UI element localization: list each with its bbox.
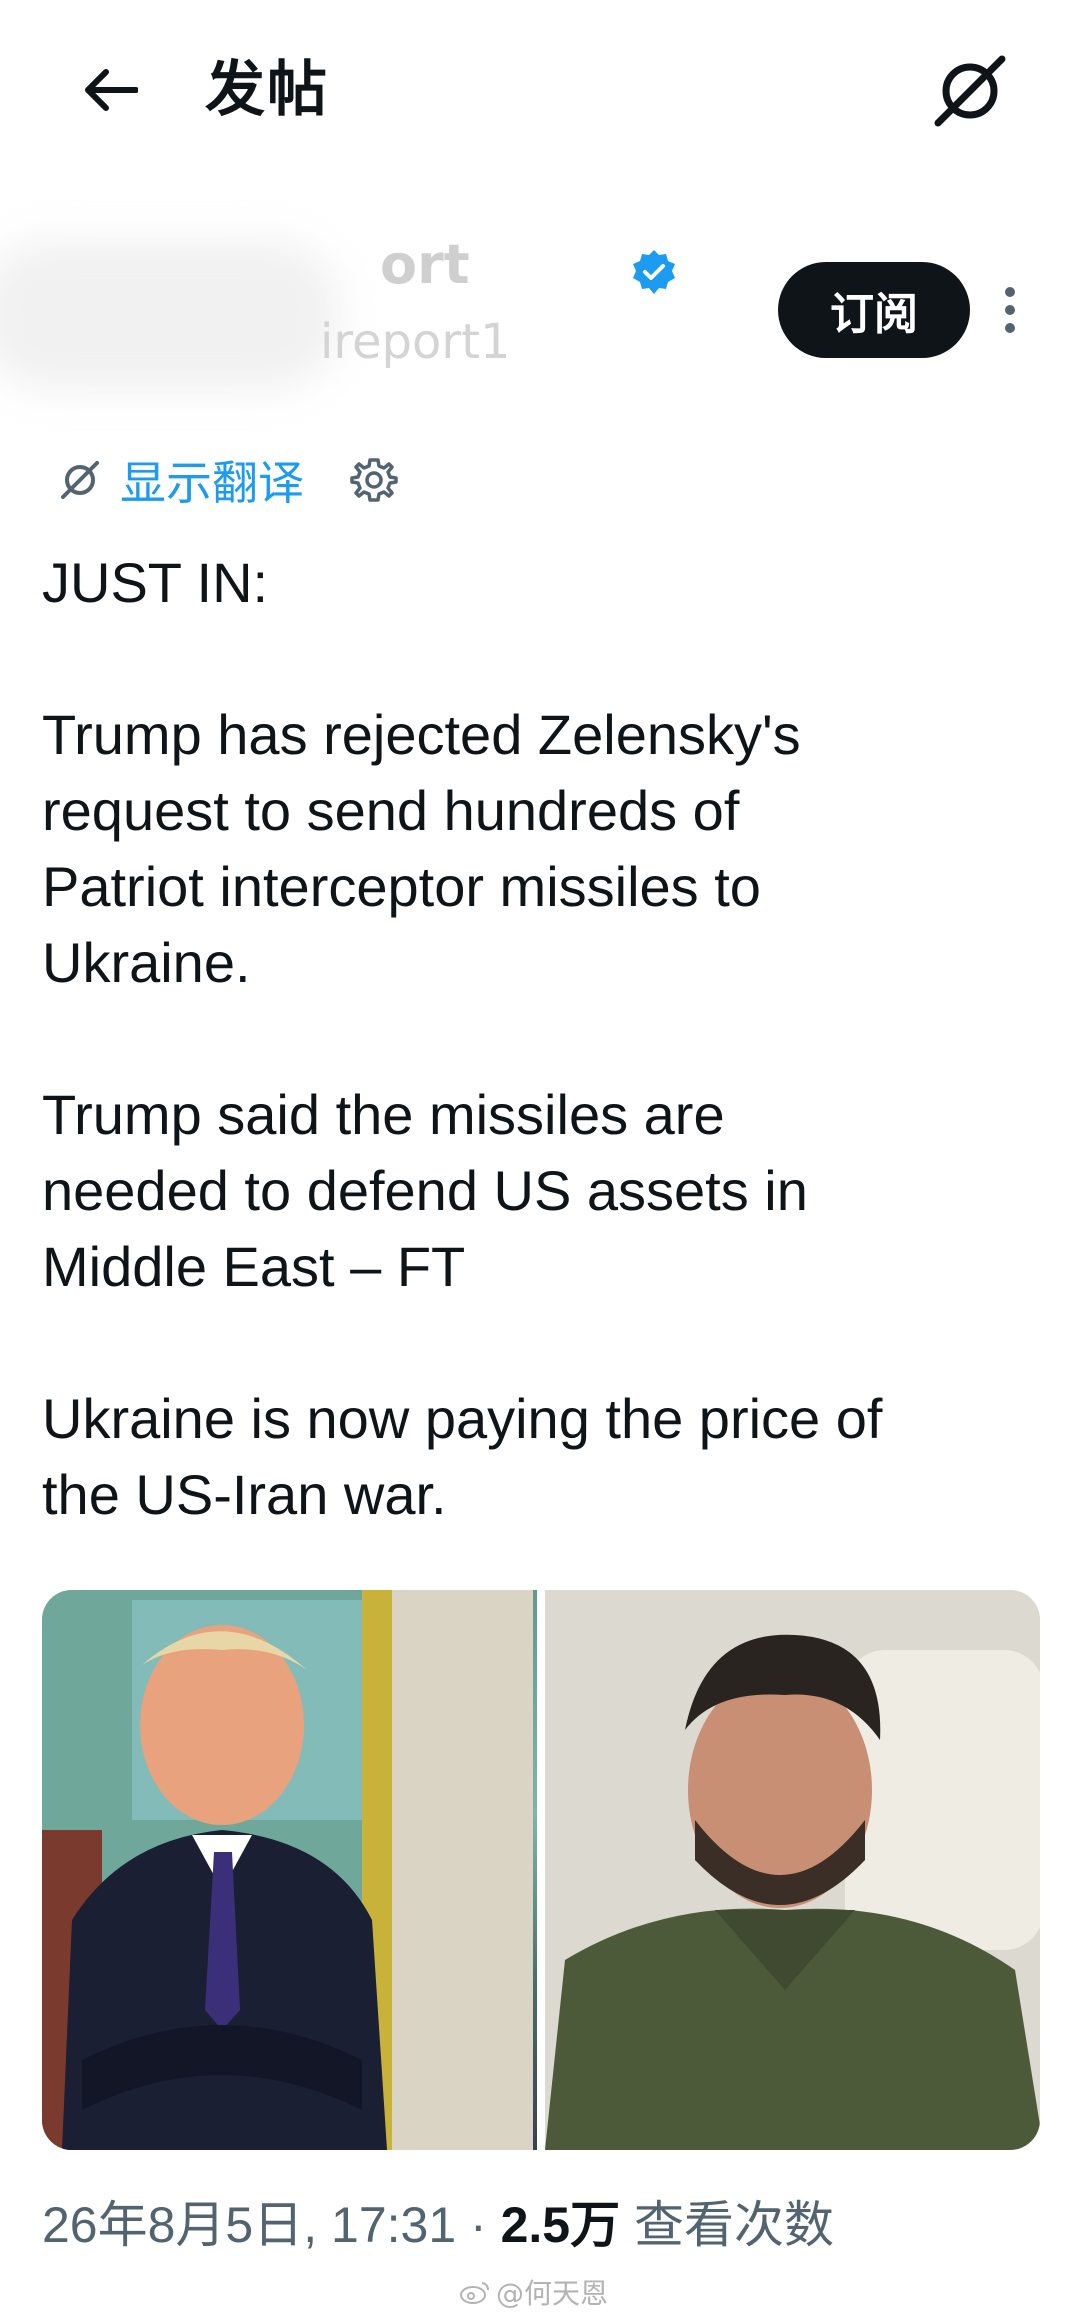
watermark-text: @何天恩 xyxy=(496,2277,609,2310)
post-paragraph: Trump said the missiles are needed to de… xyxy=(42,1083,808,1298)
author-row: ort ireport1 订阅 xyxy=(0,220,1080,390)
back-button[interactable] xyxy=(70,50,150,130)
post-timestamp[interactable]: 26年8月5日, 17:31 xyxy=(42,2197,456,2253)
post-paragraph: Ukraine is now paying the price of the U… xyxy=(42,1387,883,1526)
translate-small-icon xyxy=(61,461,99,499)
translation-settings-button[interactable] xyxy=(346,452,402,508)
meta-separator: · xyxy=(456,2197,501,2253)
verified-badge-icon xyxy=(633,250,675,294)
photo-zelensky[interactable] xyxy=(545,1590,1040,2150)
photo-trump-illustration xyxy=(42,1590,533,2150)
photo-trump[interactable] xyxy=(42,1590,537,2150)
photo-zelensky-illustration xyxy=(545,1590,1040,2150)
subscribe-button[interactable]: 订阅 xyxy=(778,262,970,358)
post-paragraph: JUST IN: xyxy=(42,551,269,614)
arrow-left-icon xyxy=(85,69,138,111)
post-paragraph: Trump has rejected Zelensky's request to… xyxy=(42,703,801,994)
media-grid xyxy=(42,1590,1040,2150)
translate-toggle-button[interactable] xyxy=(920,46,1020,136)
show-translation-link[interactable]: 显示翻译 xyxy=(58,447,304,513)
avatar[interactable] xyxy=(0,240,340,390)
author-handle[interactable]: ireport1 xyxy=(320,312,510,372)
more-options-button[interactable] xyxy=(990,280,1030,340)
translate-row: 显示翻译 xyxy=(58,445,402,515)
page-title: 发帖 xyxy=(205,55,329,125)
post-meta: 26年8月5日, 17:31 · 2.5万 查看次数 xyxy=(42,2190,834,2260)
more-vertical-icon xyxy=(1005,287,1015,333)
watermark: @何天恩 xyxy=(460,2272,608,2312)
view-count: 2.5万 xyxy=(500,2197,621,2253)
translate-icon xyxy=(934,55,1006,127)
show-translation-label: 显示翻译 xyxy=(120,456,304,510)
top-bar: 发帖 xyxy=(0,0,1080,180)
weibo-logo-icon xyxy=(460,2282,489,2304)
gear-icon xyxy=(350,458,398,502)
post-text: JUST IN: Trump has rejected Zelensky's r… xyxy=(42,545,1042,1533)
author-display-name[interactable]: ort xyxy=(380,230,470,300)
view-count-label: 查看次数 xyxy=(620,2197,834,2253)
